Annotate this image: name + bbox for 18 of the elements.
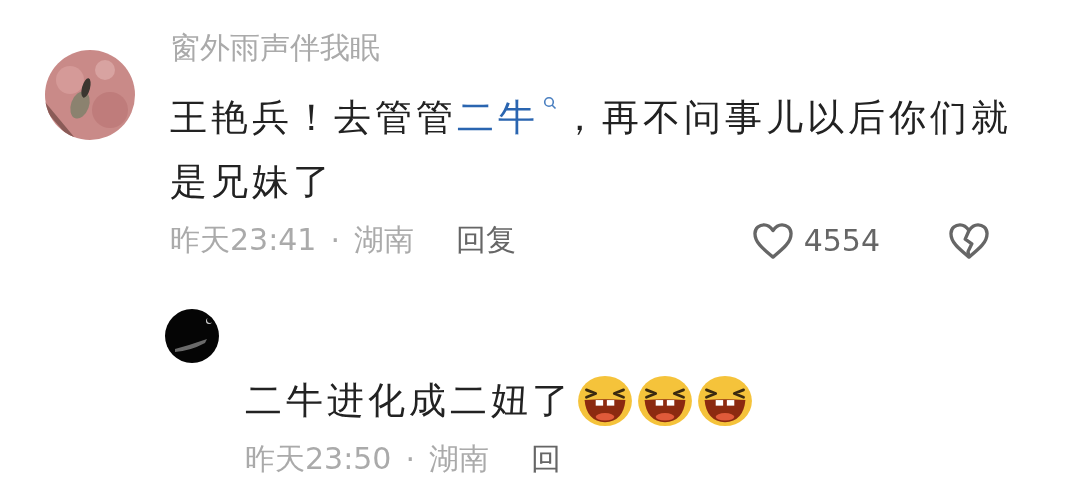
location: 湖南: [429, 440, 489, 478]
broken-heart-icon[interactable]: [948, 221, 990, 260]
laughing-emoji-icon: [637, 375, 693, 427]
reply-button[interactable]: 回: [531, 439, 561, 480]
separator-dot: ·: [330, 223, 340, 258]
search-icon[interactable]: [543, 96, 557, 112]
timestamp: 昨天23:50: [245, 440, 392, 478]
reply-button[interactable]: 回复: [456, 220, 516, 261]
laughing-emoji-icon: [577, 375, 633, 427]
like-count: 4554: [803, 223, 880, 258]
laughing-emoji-icon: [697, 375, 753, 427]
separator-dot: ·: [405, 442, 415, 477]
reply-text: 二牛进化成二妞了: [245, 378, 573, 424]
comment-text: 王艳兵！去管管二牛 ，再不问事儿以后你们就是兄妹了: [170, 95, 1013, 205]
timestamp: 昨天23:41: [170, 221, 317, 259]
search-link[interactable]: 二牛: [457, 96, 539, 139]
heart-icon[interactable]: [751, 221, 794, 260]
location: 湖南: [354, 221, 414, 259]
